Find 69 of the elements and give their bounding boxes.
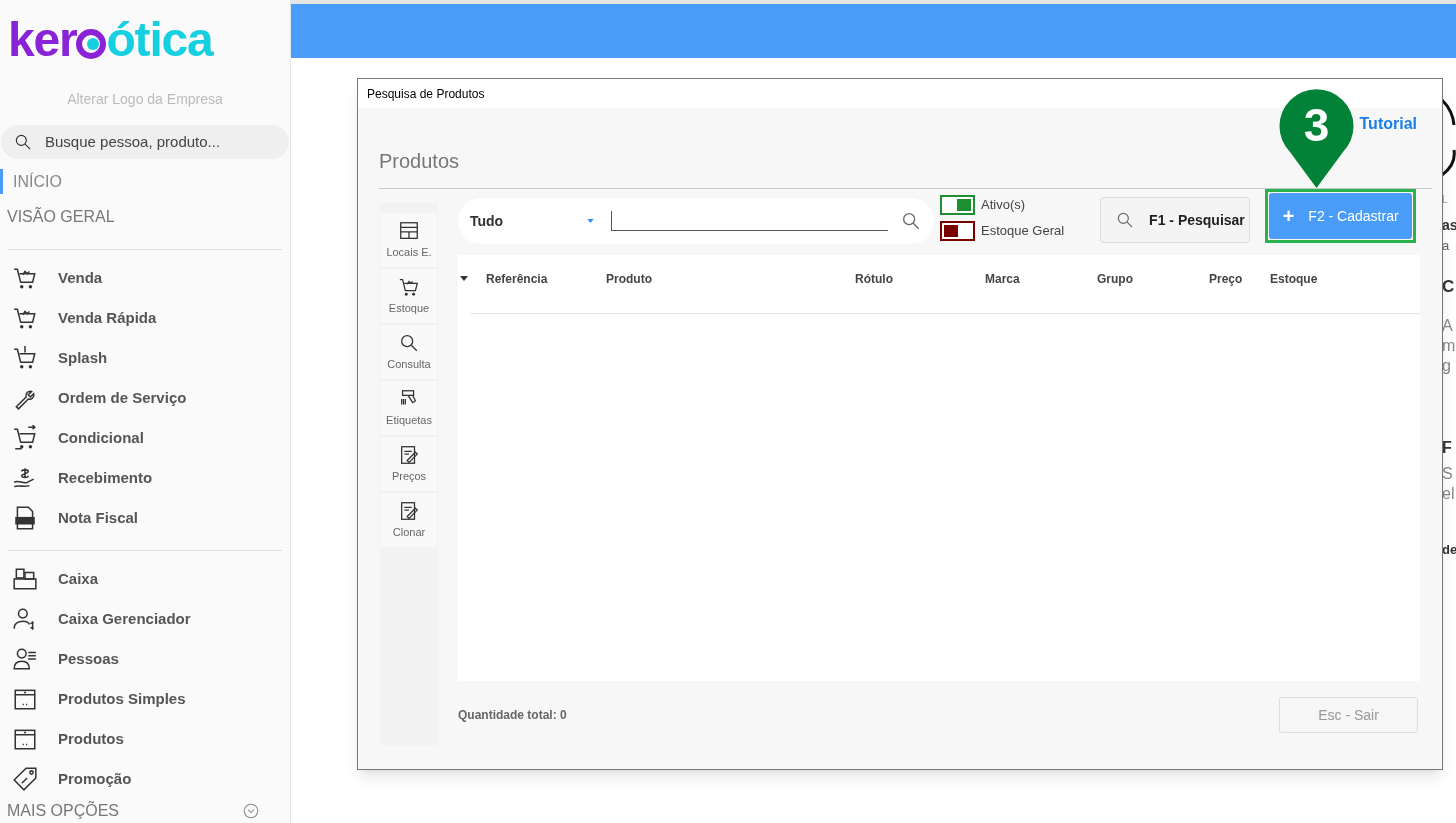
column-header[interactable]: Rótulo xyxy=(855,272,893,286)
menu-item[interactable]: Caixa xyxy=(0,559,290,599)
tutorial-link[interactable]: Tutorial xyxy=(1359,112,1417,136)
column-header[interactable]: Preço xyxy=(1209,272,1243,286)
menu-icon xyxy=(12,345,38,371)
background-text: F xyxy=(1442,437,1453,458)
menu-item[interactable]: Recebimento xyxy=(0,458,290,498)
background-text: C xyxy=(1442,276,1456,298)
background-text: g xyxy=(1442,355,1452,376)
search-field[interactable]: Tudo xyxy=(458,198,934,244)
column-header[interactable]: Grupo xyxy=(1097,272,1133,286)
menu-item[interactable]: Pessoas xyxy=(0,639,290,679)
menu-icon xyxy=(12,646,38,672)
menu-item[interactable]: Venda Rápida xyxy=(0,298,290,338)
column-header[interactable]: Marca xyxy=(985,272,1020,286)
menu-icon xyxy=(12,425,38,451)
nav-link[interactable]: VISÃO GERAL xyxy=(0,204,290,229)
menu-item[interactable]: Condicional xyxy=(0,418,290,458)
menu-item[interactable]: Splash xyxy=(0,338,290,378)
background-text: S xyxy=(1442,463,1454,484)
caret-icon xyxy=(587,219,595,223)
menu-item[interactable]: Venda xyxy=(0,258,290,298)
toggle-label: Ativo(s) xyxy=(981,196,1026,215)
menu-item[interactable]: Caixa Gerenciador xyxy=(0,599,290,639)
logo-text: ótica xyxy=(106,15,213,64)
menu-item[interactable]: Promoção xyxy=(0,759,290,799)
more-options-label[interactable]: MAIS OPÇÕES xyxy=(7,799,120,823)
tool-icon xyxy=(398,499,420,522)
logo-text: ker xyxy=(8,15,77,64)
background-text: m xyxy=(1442,335,1456,356)
sort-caret-icon[interactable] xyxy=(460,275,468,281)
tool-button[interactable]: Preços xyxy=(381,437,437,491)
menu-item[interactable]: Ordem de Serviço xyxy=(0,378,290,418)
toggle-switch[interactable] xyxy=(940,221,975,241)
tool-icon xyxy=(398,443,420,466)
tool-button[interactable]: Etiquetas xyxy=(381,381,437,435)
toggle-switch[interactable] xyxy=(940,195,975,215)
nav-link[interactable]: INÍCIO xyxy=(0,169,290,194)
tool-button[interactable]: Estoque xyxy=(381,269,437,323)
toggle-label: Estoque Geral xyxy=(981,222,1065,241)
page-heading: Produtos xyxy=(379,149,460,174)
background-text: L xyxy=(1442,194,1449,207)
window-title: Pesquisa de Produtos xyxy=(367,85,485,103)
menu-icon xyxy=(12,566,38,592)
background-text: a xyxy=(1442,238,1451,255)
menu-item[interactable]: Nota Fiscal xyxy=(0,498,290,538)
search-input[interactable] xyxy=(611,211,889,231)
menu-item[interactable]: Produtos xyxy=(0,719,290,759)
menu-icon xyxy=(12,505,38,531)
column-header[interactable]: Produto xyxy=(606,272,652,286)
search-field[interactable]: Busque pessoa, produto... xyxy=(1,125,289,159)
column-header[interactable]: Estoque xyxy=(1270,272,1318,286)
search-icon xyxy=(900,210,922,232)
eye-logo-icon xyxy=(76,28,107,59)
tool-icon xyxy=(398,219,420,242)
search-input[interactable]: Busque pessoa, produto... xyxy=(45,130,265,154)
background-text: A xyxy=(1442,315,1454,336)
tool-button[interactable]: Consulta xyxy=(381,325,437,379)
menu-item[interactable]: Produtos Simples xyxy=(0,679,290,719)
search-button[interactable]: F1 - Pesquisar xyxy=(1100,197,1251,243)
total-count: Quantidade total: 0 xyxy=(458,707,567,724)
filter-dropdown[interactable]: Tudo xyxy=(470,210,595,232)
menu-icon xyxy=(12,766,38,792)
column-header[interactable]: Referência xyxy=(486,272,548,286)
chevron-down-icon xyxy=(242,802,260,820)
background-text: el xyxy=(1442,483,1456,504)
background-text: de xyxy=(1442,541,1456,558)
tool-button[interactable]: Clonar xyxy=(381,493,437,547)
tool-button[interactable]: Locais E. xyxy=(381,213,437,267)
